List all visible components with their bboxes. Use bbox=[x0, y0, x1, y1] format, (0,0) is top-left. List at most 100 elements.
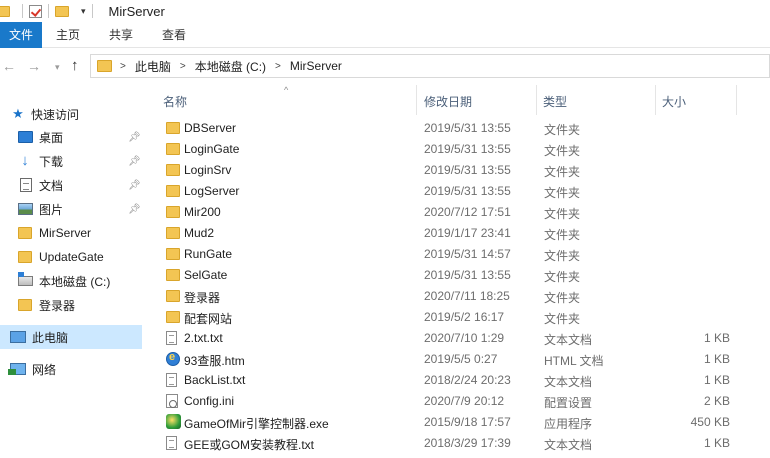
folder-icon bbox=[166, 248, 180, 260]
text-file-icon bbox=[166, 331, 177, 345]
sidebar-item-label: 网络 bbox=[32, 362, 57, 377]
breadcrumb-chevron-icon[interactable]: > bbox=[275, 61, 281, 72]
sidebar-item-label: 文档 bbox=[39, 178, 64, 193]
star-icon: ★ bbox=[12, 106, 24, 121]
sidebar-item-label: 登录器 bbox=[39, 298, 76, 313]
file-name: SelGate bbox=[184, 268, 228, 282]
pictures-icon bbox=[18, 203, 33, 215]
recent-locations-chevron-icon[interactable]: ▾ bbox=[55, 62, 60, 73]
breadcrumb-chevron-icon[interactable]: > bbox=[120, 61, 126, 72]
toolbar-divider bbox=[48, 4, 49, 18]
breadcrumb-chevron-icon[interactable]: > bbox=[180, 61, 186, 72]
breadcrumb-mirserver[interactable]: MirServer bbox=[290, 59, 342, 73]
sidebar-item-network[interactable]: 网络 bbox=[0, 357, 142, 381]
sidebar-item-local-disk[interactable]: 本地磁盘 (C:) bbox=[0, 269, 142, 293]
folder-icon bbox=[166, 206, 180, 218]
folder-icon bbox=[18, 251, 32, 263]
list-item[interactable]: BackList.txt 2018/2/24 20:23 文本文档 1 KB bbox=[142, 370, 770, 391]
column-header-type[interactable]: 类型 bbox=[543, 93, 567, 109]
pin-icon[interactable]: 📌︎ bbox=[128, 156, 141, 167]
list-item[interactable]: LoginGate 2019/5/31 13:55 文件夹 bbox=[142, 139, 770, 160]
tab-home[interactable]: 主页 bbox=[56, 22, 80, 48]
file-name: RunGate bbox=[184, 247, 233, 261]
sidebar-item-updategate[interactable]: UpdateGate bbox=[0, 245, 142, 269]
list-item[interactable]: RunGate 2019/5/31 14:57 文件夹 bbox=[142, 244, 770, 265]
folder-icon bbox=[18, 227, 32, 239]
list-item[interactable]: GameOfMir引擎控制器.exe 2015/9/18 17:57 应用程序 … bbox=[142, 412, 770, 433]
sidebar-item-desktop[interactable]: 桌面 📌︎ bbox=[0, 125, 142, 149]
text-file-icon bbox=[166, 436, 177, 450]
file-date: 2019/5/31 13:55 bbox=[424, 268, 511, 282]
new-folder-icon[interactable] bbox=[55, 5, 69, 17]
breadcrumb-this-pc[interactable]: 此电脑 bbox=[135, 58, 171, 75]
tab-share[interactable]: 共享 bbox=[109, 22, 133, 48]
folder-icon bbox=[166, 290, 180, 302]
file-size: 450 KB bbox=[690, 415, 730, 429]
list-item[interactable]: SelGate 2019/5/31 13:55 文件夹 bbox=[142, 265, 770, 286]
column-divider[interactable] bbox=[655, 85, 656, 115]
sidebar-item-pictures[interactable]: 图片 📌︎ bbox=[0, 197, 142, 221]
pin-icon[interactable]: 📌︎ bbox=[128, 180, 141, 191]
up-arrow-icon[interactable]: ↑ bbox=[71, 57, 79, 74]
file-type: 文件夹 bbox=[544, 144, 581, 158]
back-arrow-icon[interactable]: ← bbox=[2, 58, 16, 74]
list-item[interactable]: Config.ini 2020/7/9 20:12 配置设置 2 KB bbox=[142, 391, 770, 412]
file-type: 文件夹 bbox=[544, 249, 581, 263]
folder-icon bbox=[166, 143, 180, 155]
list-item[interactable]: Mir200 2020/7/12 17:51 文件夹 bbox=[142, 202, 770, 223]
list-item[interactable]: DBServer 2019/5/31 13:55 文件夹 bbox=[142, 118, 770, 139]
list-item[interactable]: 93查服.htm 2019/5/5 0:27 HTML 文档 1 KB bbox=[142, 349, 770, 370]
address-bar[interactable]: > 此电脑 > 本地磁盘 (C:) > MirServer bbox=[90, 54, 770, 78]
column-header-size[interactable]: 大小 bbox=[662, 93, 686, 109]
sidebar-item-mirserver[interactable]: MirServer bbox=[0, 221, 142, 245]
title-bar: ▾ MirServer bbox=[0, 0, 770, 22]
column-divider[interactable] bbox=[536, 85, 537, 115]
desktop-icon bbox=[18, 131, 33, 143]
file-type: 文件夹 bbox=[544, 186, 581, 200]
file-name: LoginGate bbox=[184, 142, 240, 156]
exe-file-icon bbox=[166, 414, 181, 429]
list-item[interactable]: LoginSrv 2019/5/31 13:55 文件夹 bbox=[142, 160, 770, 181]
file-name: Mud2 bbox=[184, 226, 215, 240]
toolbar-divider bbox=[22, 4, 23, 18]
list-item[interactable]: 2.txt.txt 2020/7/10 1:29 文本文档 1 KB bbox=[142, 328, 770, 349]
pin-icon[interactable]: 📌︎ bbox=[128, 132, 141, 143]
column-divider[interactable] bbox=[736, 85, 737, 115]
list-item[interactable]: LogServer 2019/5/31 13:55 文件夹 bbox=[142, 181, 770, 202]
sidebar-item-documents[interactable]: 文档 📌︎ bbox=[0, 173, 142, 197]
tab-view[interactable]: 查看 bbox=[162, 22, 186, 48]
column-header-name[interactable]: 名称 bbox=[163, 93, 187, 109]
file-name: 2.txt.txt bbox=[184, 331, 223, 345]
file-type: 文件夹 bbox=[544, 207, 581, 221]
folder-icon[interactable] bbox=[0, 5, 10, 17]
file-type: 文件夹 bbox=[544, 312, 581, 326]
forward-arrow-icon[interactable]: → bbox=[27, 58, 41, 74]
file-date: 2019/1/17 23:41 bbox=[424, 226, 511, 240]
sidebar-item-downloads[interactable]: ↓ 下载 📌︎ bbox=[0, 149, 142, 173]
file-date: 2019/5/2 16:17 bbox=[424, 310, 505, 324]
list-item[interactable]: GEE或GOM安装教程.txt 2018/3/29 17:39 文本文档 1 K… bbox=[142, 433, 770, 454]
sidebar-item-quick-access[interactable]: ★ 快速访问 bbox=[0, 102, 142, 126]
file-name: Mir200 bbox=[184, 205, 221, 219]
sidebar-item-label: MirServer bbox=[39, 226, 92, 240]
tab-file[interactable]: 文件 bbox=[0, 22, 42, 48]
column-header-date[interactable]: 修改日期 bbox=[424, 93, 472, 109]
pin-icon[interactable]: 📌︎ bbox=[128, 204, 141, 215]
sidebar-item-launcher[interactable]: 登录器 bbox=[0, 293, 142, 317]
list-item[interactable]: 登录器 2020/7/11 18:25 文件夹 bbox=[142, 286, 770, 307]
file-type: 文本文档 bbox=[544, 375, 593, 389]
customize-dropdown-icon[interactable]: ▾ bbox=[81, 6, 86, 17]
folder-icon bbox=[166, 311, 180, 323]
sidebar-item-this-pc[interactable]: 此电脑 bbox=[0, 325, 142, 349]
column-divider[interactable] bbox=[416, 85, 417, 115]
folder-icon bbox=[166, 164, 180, 176]
properties-check-icon[interactable] bbox=[29, 4, 42, 18]
file-date: 2018/2/24 20:23 bbox=[424, 373, 511, 387]
file-date: 2019/5/31 13:55 bbox=[424, 184, 511, 198]
list-item[interactable]: 配套网站 2019/5/2 16:17 文件夹 bbox=[142, 307, 770, 328]
list-item[interactable]: Mud2 2019/1/17 23:41 文件夹 bbox=[142, 223, 770, 244]
file-date: 2020/7/12 17:51 bbox=[424, 205, 511, 219]
file-list: DBServer 2019/5/31 13:55 文件夹 LoginGate 2… bbox=[142, 118, 770, 458]
document-icon bbox=[20, 178, 32, 192]
breadcrumb-local-disk[interactable]: 本地磁盘 (C:) bbox=[195, 58, 266, 75]
